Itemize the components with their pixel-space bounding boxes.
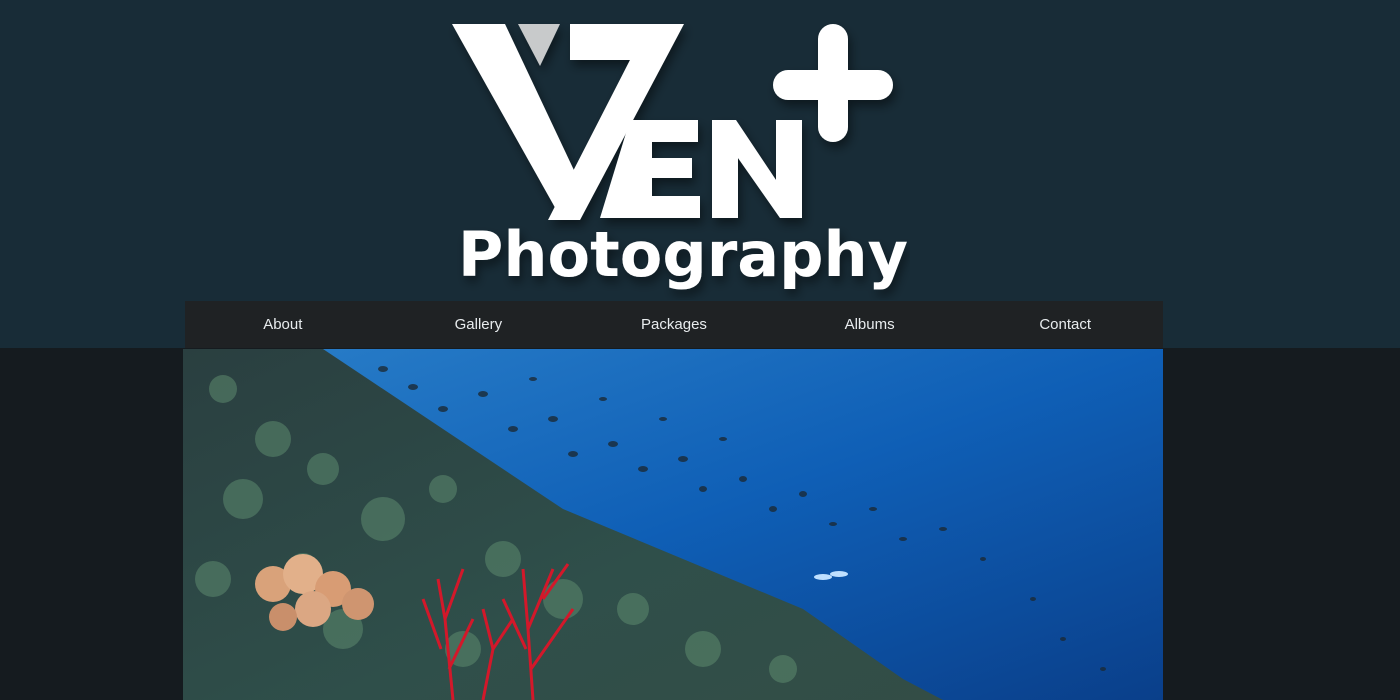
- main-nav: About Gallery Packages Albums Contact: [185, 301, 1163, 348]
- site-header: Photography About Gallery Packages Album…: [0, 0, 1400, 348]
- nav-albums[interactable]: Albums: [772, 301, 968, 348]
- logo-graphic: Photography: [452, 24, 908, 291]
- hero-photo-illustration: [183, 349, 1163, 700]
- nav-gallery[interactable]: Gallery: [381, 301, 577, 348]
- logo-tagline: Photography: [458, 218, 908, 291]
- hero-image: [183, 349, 1163, 700]
- nav-packages[interactable]: Packages: [576, 301, 772, 348]
- nav-contact[interactable]: Contact: [967, 301, 1163, 348]
- logo-accent-shape: [518, 24, 560, 66]
- logo-n-shape: [712, 120, 802, 218]
- nav-about[interactable]: About: [185, 301, 381, 348]
- logo-plus-v: [818, 24, 848, 142]
- brand-logo[interactable]: Photography: [430, 10, 910, 300]
